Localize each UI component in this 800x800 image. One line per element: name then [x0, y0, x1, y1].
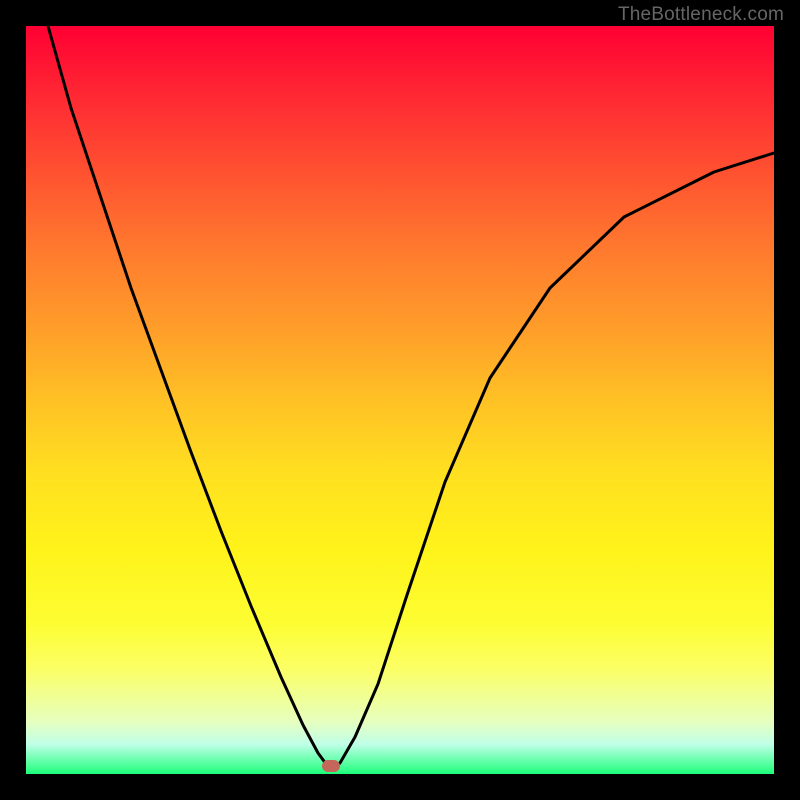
watermark-text: TheBottleneck.com — [618, 4, 784, 26]
optimal-point-marker — [322, 760, 340, 772]
chart-frame: TheBottleneck.com — [0, 0, 800, 800]
bottleneck-curve — [48, 26, 774, 770]
curve-layer — [26, 26, 774, 774]
